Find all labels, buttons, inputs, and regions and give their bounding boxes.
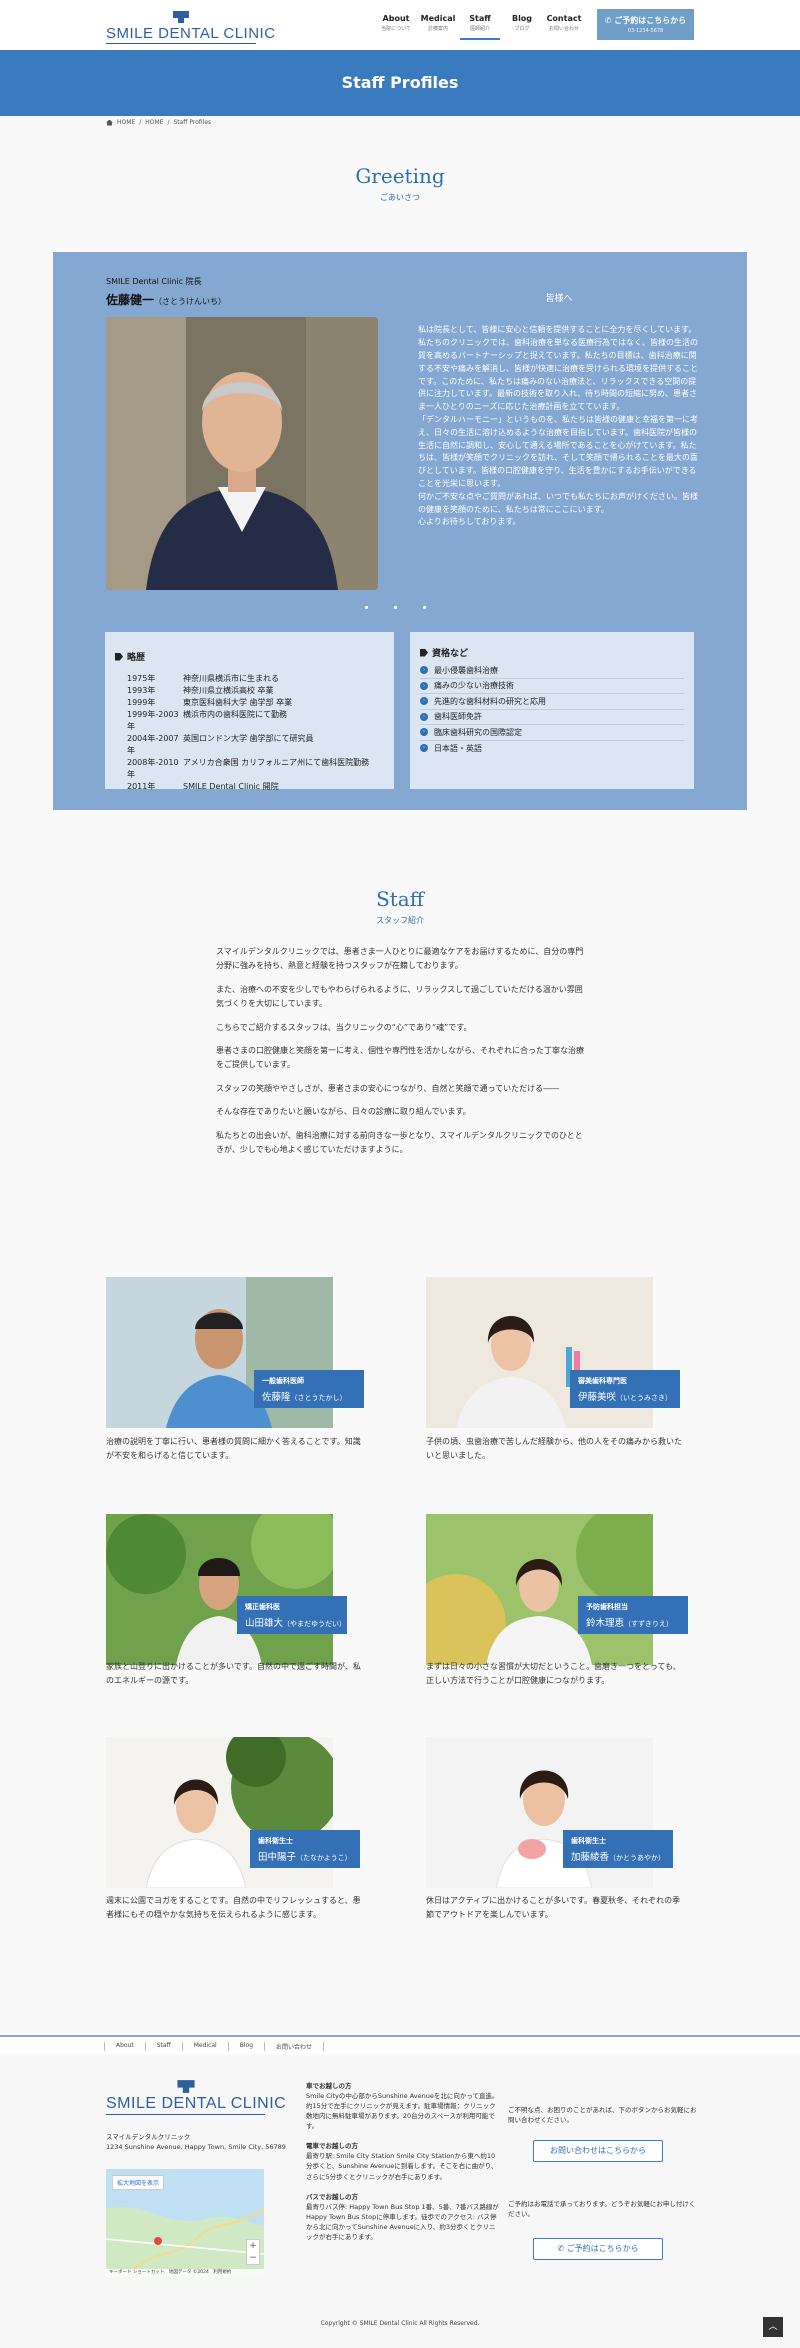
staff-label: 一般歯科医師 佐藤隆（さとうたかし） — [254, 1370, 364, 1408]
map-zoom-controls[interactable]: + − — [246, 2239, 260, 2265]
footer-nav: About Staff Medical Blog お問い合わせ — [0, 2035, 800, 2055]
nav-item-contact[interactable]: Contact お問い合わせ — [544, 14, 584, 40]
breadcrumb-current: Staff Profiles — [173, 119, 212, 126]
phone-reserve-button[interactable]: ✆ ご予約はこちらから — [533, 2238, 663, 2260]
back-to-top-button[interactable]: ︿ — [763, 2317, 783, 2337]
staff-photo — [426, 1514, 653, 1665]
clinic-logo[interactable]: SMILE DENTAL CLINIC — [106, 10, 276, 44]
tag-icon — [115, 652, 123, 661]
nav-item-medical[interactable]: Medical 診療案内 — [418, 14, 458, 40]
staff-photo — [106, 1514, 333, 1665]
staff-label: 矯正歯科医 山田雄大（やまだゆうだい） — [237, 1596, 347, 1634]
staff-description: まずは日々の小さな習慣が大切だということ。歯磨き一つをとっても、正しい方法で行う… — [426, 1662, 681, 1685]
breadcrumb: HOME / HOME / Staff Profiles — [106, 119, 211, 126]
tag-icon — [420, 648, 428, 657]
footer-link-medical[interactable]: Medical — [183, 2042, 229, 2051]
nav-item-about[interactable]: About 当院について — [376, 14, 416, 40]
history-card: 略歴 1975年 神奈川県横浜市に生まれる 1993年 神奈川県立横浜高校 卒業 1… — [105, 632, 394, 791]
footer-link-contact[interactable]: お問い合わせ — [265, 2042, 325, 2051]
phone-icon: ✆ — [604, 16, 615, 25]
map-enlarge-button[interactable]: 拡大地図を表示 — [112, 2175, 165, 2190]
staff-label: 審美歯科専門医 伊藤美咲（いとうみさき） — [570, 1370, 680, 1408]
site-header: SMILE DENTAL CLINIC About 当院について Medical 診… — [0, 0, 800, 50]
main-nav: About 当院について Medical 診療案内 Staff 医師紹介 Blog ブロ… — [376, 14, 586, 40]
carousel-dots[interactable] — [365, 606, 426, 609]
nav-item-blog[interactable]: Blog ブログ — [502, 14, 542, 40]
footer-link-blog[interactable]: Blog — [229, 2042, 265, 2051]
director-message: 皆様へ 私は院長として、皆様に安心と信頼を提供することに全力を尽くしています。 … — [418, 294, 698, 527]
staff-label: 歯科衛生士 加藤綾香（かとうあやか） — [563, 1830, 673, 1868]
footer-map[interactable]: 拡大地図を表示 + − キーボード ショートカット 地図データ ©2024 利用規… — [106, 2169, 264, 2277]
staff-heading: Staff スタッフ紹介 — [376, 887, 424, 925]
logo-text: SMILE DENTAL CLINIC — [106, 25, 276, 42]
map-attribution: キーボード ショートカット 地図データ ©2024 利用規約 — [106, 2269, 264, 2277]
chevron-up-icon: ︿ — [768, 2322, 778, 2332]
staff-description: 家族と山登りに出かけることが多いです。自然の中で過ごす時間が、私のエネルギーの源… — [106, 1662, 361, 1685]
director-photo — [106, 317, 378, 590]
staff-description: 休日はアクティブに出かけることが多いです。春夏秋冬、それぞれの季節でアウトドアを… — [426, 1896, 681, 1919]
staff-description: 週末に公園でヨガをすることです。自然の中でリフレッシュすると、患者様にもその穏や… — [106, 1896, 361, 1919]
page-hero: Staff Profiles — [0, 50, 800, 116]
nav-item-staff[interactable]: Staff 医師紹介 — [460, 14, 500, 40]
staff-label: 予防歯科担当 鈴木理恵（すずきりえ） — [578, 1596, 688, 1634]
site-footer: SMILE DENTAL CLINIC スマイルデンタルクリニック 1234 S… — [0, 2057, 800, 2348]
copyright: Copyright © SMILE Dental Clinic All Righ… — [320, 2320, 480, 2327]
greeting-heading: Greeting ごあいさつ — [355, 164, 445, 202]
footer-access: 車でお越しの方 Smile Cityの中心部からSunshine Avenueを北… — [306, 2082, 499, 2241]
home-icon — [106, 119, 113, 126]
breadcrumb-home-2[interactable]: HOME — [145, 119, 163, 126]
phone-note: ご予約はお電話で承っております。どうぞお気軽にお申し付けください。 — [508, 2200, 696, 2219]
staff-intro: スマイルデンタルクリニックでは、患者さま一人ひとりに最適なケアをお届けするために… — [216, 947, 584, 1154]
breadcrumb-home[interactable]: HOME — [117, 119, 135, 126]
qualifications-card: 資格など › 最小侵襲歯科治療 › 痛みの少ない治療技術 › 先進的な歯科材料の研究と… — [410, 632, 694, 789]
contact-button[interactable]: お問い合わせはこちらから — [533, 2140, 663, 2162]
tooth-logo-icon — [173, 11, 189, 23]
footer-link-staff[interactable]: Staff — [146, 2042, 183, 2051]
director-title: SMILE Dental Clinic 院長 佐藤健一（さとうけんいち） — [106, 277, 227, 307]
staff-description: 治療の説明を丁寧に行い、患者様の質問に細かく答えることです。知識が不安を和らげる… — [106, 1437, 361, 1460]
tooth-logo-icon — [176, 2080, 195, 2093]
contact-note: ご不明な点、お困りのことがあれば、下のボタンからお気軽にお問い合わせください。 — [508, 2106, 697, 2125]
staff-label: 歯科衛生士 田中陽子（たなかようこ） — [250, 1830, 360, 1868]
footer-logo[interactable]: SMILE DENTAL CLINIC — [106, 2079, 286, 2115]
footer-address: スマイルデンタルクリニック 1234 Sunshine Avenue, Happ… — [106, 2133, 286, 2152]
greeting-panel: SMILE Dental Clinic 院長 佐藤健一（さとうけんいち） 皆様へ… — [53, 252, 747, 810]
staff-description: 子供の頃、虫歯治療で苦しんだ経験から、他の人をその痛みから救いたいと思いました。 — [426, 1437, 682, 1460]
reserve-button[interactable]: ✆ ご予約はこちらから 03-1234-5678 — [597, 9, 694, 40]
page-title: Staff Profiles — [341, 73, 459, 92]
phone-icon: ✆ — [557, 2244, 567, 2253]
footer-link-about[interactable]: About — [104, 2042, 146, 2051]
